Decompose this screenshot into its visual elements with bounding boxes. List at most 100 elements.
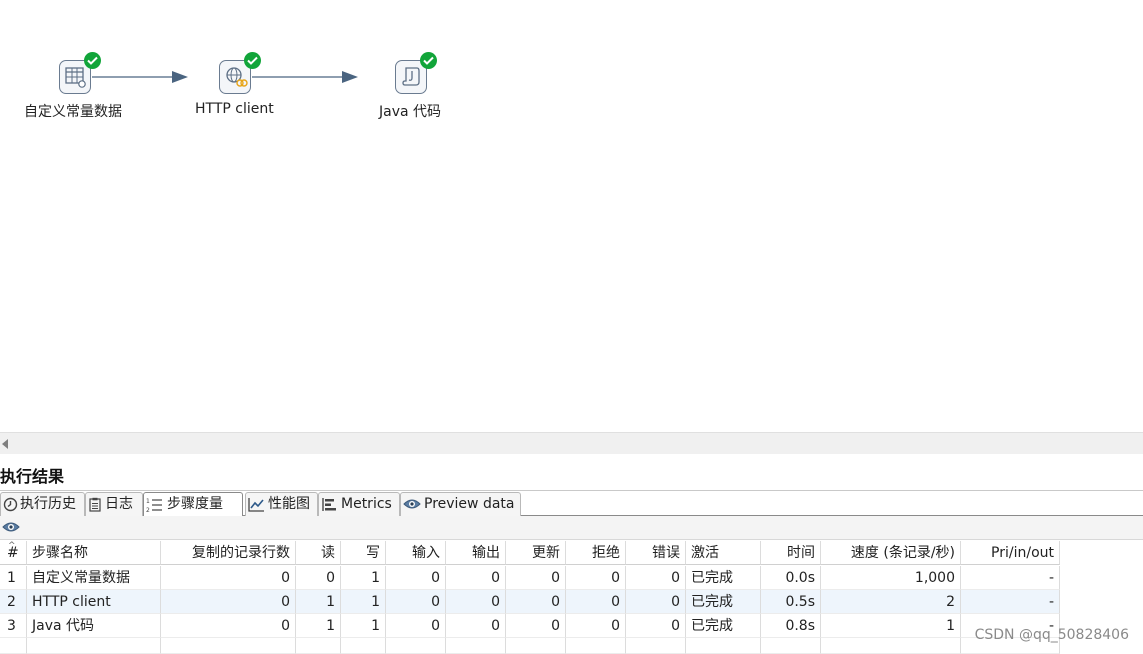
cell-output: 0	[446, 566, 506, 590]
tab-execution-history[interactable]: 执行历史	[0, 492, 85, 516]
cell-updated: 0	[506, 590, 566, 614]
cell-rejected: 0	[566, 614, 626, 638]
column-header-priority[interactable]: Pri/in/out	[961, 541, 1060, 565]
step-metrics-list-icon: 1 2	[146, 498, 162, 513]
table-row[interactable]: 1 自定义常量数据 0 0 1 0 0 0 0 0 已完成 0.0s 1,000…	[0, 566, 1060, 590]
column-header-active[interactable]: 激活	[686, 541, 761, 565]
cell-updated: 0	[506, 614, 566, 638]
tab-performance-graph[interactable]: 性能图	[245, 492, 318, 516]
performance-chart-icon	[248, 498, 264, 512]
cell-read: 0	[296, 566, 341, 590]
cell-written: 1	[341, 590, 386, 614]
tab-log[interactable]: 日志	[85, 492, 143, 516]
cell-input: 0	[386, 614, 446, 638]
cell-step-name: Java 代码	[27, 614, 161, 638]
check-icon	[244, 52, 261, 69]
step-label: Java 代码	[379, 104, 442, 120]
cell-priority: -	[961, 566, 1060, 590]
tab-metrics[interactable]: Metrics	[318, 492, 400, 516]
cell-priority: -	[961, 590, 1060, 614]
tab-label: 日志	[105, 496, 133, 512]
cell-step-name: 自定义常量数据	[27, 566, 161, 590]
cell-rejected: 0	[566, 590, 626, 614]
step-metrics-table[interactable]: ^ # 步骤名称 复制的记录行数 读 写 输入 输出 更新 拒绝 错误 激活 时…	[0, 541, 1143, 654]
cell-output: 0	[446, 614, 506, 638]
tab-label: Preview data	[424, 496, 515, 512]
table-row[interactable]: 2 HTTP client 0 1 1 0 0 0 0 0 已完成 0.5s 2…	[0, 590, 1060, 614]
scroll-left-arrow-icon[interactable]	[2, 439, 8, 449]
cell-active: 已完成	[686, 590, 761, 614]
cell-index: 1	[0, 566, 27, 590]
step-label: HTTP client	[195, 101, 274, 117]
cell-input: 0	[386, 590, 446, 614]
table-header-row: ^ # 步骤名称 复制的记录行数 读 写 输入 输出 更新 拒绝 错误 激活 时…	[0, 541, 1060, 565]
cell-errors: 0	[626, 614, 686, 638]
transformation-canvas[interactable]: 自定义常量数据 HTTP client Java 代码	[0, 0, 1143, 432]
cell-copies: 0	[161, 614, 296, 638]
cell-active: 已完成	[686, 566, 761, 590]
cell-copies: 0	[161, 566, 296, 590]
svg-text:2: 2	[146, 507, 150, 513]
column-header-rejected[interactable]: 拒绝	[566, 541, 626, 565]
cell-read: 1	[296, 614, 341, 638]
cell-step-name: HTTP client	[27, 590, 161, 614]
cell-input: 0	[386, 566, 446, 590]
cell-speed: 1	[821, 614, 961, 638]
hop-arrow-2[interactable]	[252, 68, 360, 86]
cell-written: 1	[341, 614, 386, 638]
column-header-output[interactable]: 输出	[446, 541, 506, 565]
column-header-input[interactable]: 输入	[386, 541, 446, 565]
svg-text:1: 1	[146, 498, 150, 505]
cell-rejected: 0	[566, 566, 626, 590]
tab-label: 步骤度量	[167, 496, 223, 512]
empty-cell	[626, 638, 686, 654]
eye-icon[interactable]	[2, 520, 20, 534]
metrics-toolbar	[0, 516, 1143, 540]
hop-arrow-1[interactable]	[92, 68, 190, 86]
cell-time: 0.0s	[761, 566, 821, 590]
table-row[interactable]: 3 Java 代码 0 1 1 0 0 0 0 0 已完成 0.8s 1 -	[0, 614, 1060, 638]
log-clipboard-icon	[89, 497, 101, 512]
empty-cell	[686, 638, 761, 654]
table-row-empty	[0, 638, 1060, 654]
empty-cell	[566, 638, 626, 654]
column-header-errors[interactable]: 错误	[626, 541, 686, 565]
tab-label: 执行历史	[20, 496, 76, 512]
cell-index: 2	[0, 590, 27, 614]
column-header-speed[interactable]: 速度 (条记录/秒)	[821, 541, 961, 565]
column-header-read[interactable]: 读	[296, 541, 341, 565]
empty-cell	[27, 638, 161, 654]
watermark: CSDN @qq_50828406	[974, 627, 1129, 643]
metrics-bars-icon	[322, 498, 336, 511]
results-panel-title: 执行结果	[0, 467, 65, 486]
cell-speed: 1,000	[821, 566, 961, 590]
cell-active: 已完成	[686, 614, 761, 638]
cell-time: 0.5s	[761, 590, 821, 614]
cell-read: 1	[296, 590, 341, 614]
cell-index: 3	[0, 614, 27, 638]
column-header-written[interactable]: 写	[341, 541, 386, 565]
empty-cell	[506, 638, 566, 654]
column-header-copies[interactable]: 复制的记录行数	[161, 541, 296, 565]
tab-label: Metrics	[341, 496, 392, 512]
tab-preview-data[interactable]: Preview data	[400, 492, 521, 516]
empty-cell	[386, 638, 446, 654]
column-header-step-name[interactable]: 步骤名称	[27, 541, 161, 565]
cell-updated: 0	[506, 566, 566, 590]
horizontal-scrollbar[interactable]	[0, 432, 1143, 454]
cell-errors: 0	[626, 590, 686, 614]
cell-copies: 0	[161, 590, 296, 614]
cell-written: 1	[341, 566, 386, 590]
check-icon	[420, 52, 437, 69]
cell-output: 0	[446, 590, 506, 614]
empty-cell	[821, 638, 961, 654]
cell-time: 0.8s	[761, 614, 821, 638]
column-header-time[interactable]: 时间	[761, 541, 821, 565]
sort-indicator-icon: ^	[8, 541, 16, 551]
column-header-index[interactable]: ^ #	[0, 541, 27, 565]
history-clock-icon	[3, 497, 18, 512]
tab-step-metrics[interactable]: 1 2 步骤度量	[143, 492, 243, 517]
column-header-updated[interactable]: 更新	[506, 541, 566, 565]
cell-speed: 2	[821, 590, 961, 614]
empty-cell	[296, 638, 341, 654]
